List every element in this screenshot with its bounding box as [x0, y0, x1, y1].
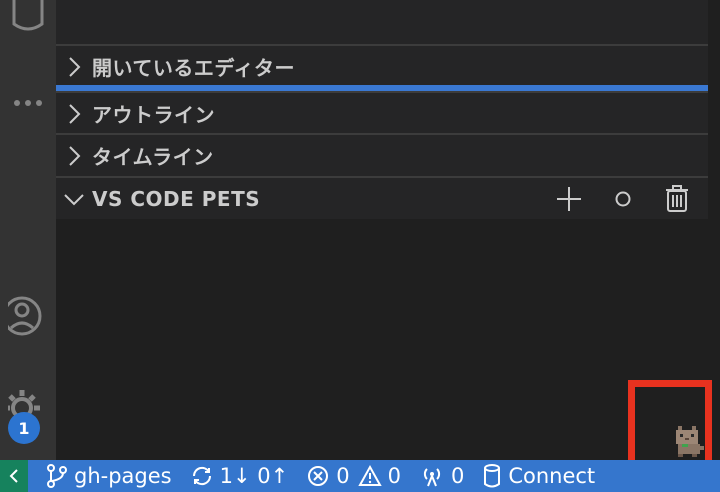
pets-panel — [56, 219, 708, 460]
warning-icon — [357, 464, 382, 486]
remote-icon[interactable] — [0, 460, 28, 492]
database-icon — [484, 464, 501, 488]
cat-pet-icon[interactable] — [670, 420, 706, 458]
pets-actions — [552, 182, 694, 216]
more-icon[interactable] — [0, 98, 56, 108]
database-icon[interactable] — [0, 0, 56, 36]
section-label: タイムライン — [92, 145, 214, 169]
ports-item[interactable]: 0 — [419, 464, 464, 488]
chevron-down-icon — [56, 192, 92, 206]
sync-label: 1↓ 0↑ — [219, 464, 289, 488]
branch-item[interactable]: gh-pages — [46, 464, 172, 488]
chevron-right-icon — [56, 145, 92, 167]
chevron-right-icon — [56, 56, 92, 78]
status-bar: gh-pages 1↓ 0↑ 0 0 0 Connect — [0, 460, 720, 492]
section-label: 開いているエディター — [92, 56, 295, 80]
sync-item[interactable]: 1↓ 0↑ — [190, 464, 289, 488]
account-icon[interactable] — [0, 290, 56, 342]
connect-item[interactable]: Connect — [482, 464, 595, 488]
ball-icon[interactable] — [606, 182, 640, 216]
sync-icon — [192, 466, 211, 486]
section-outline[interactable]: アウトライン — [56, 91, 708, 134]
scrollbar-track — [708, 0, 720, 460]
trash-icon[interactable] — [660, 182, 694, 216]
section-open-editors[interactable]: 開いているエディター — [56, 44, 708, 87]
sidebar: 開いているエディター アウトライン タイムライン VS CODE PETS — [56, 0, 708, 460]
git-branch-icon — [47, 464, 67, 488]
explorer-top — [56, 0, 708, 44]
section-label: VS CODE PETS — [92, 186, 261, 211]
error-count: 0 — [336, 464, 350, 488]
connect-label: Connect — [508, 464, 596, 488]
ports-count: 0 — [450, 464, 465, 488]
focus-indicator — [56, 85, 708, 91]
notification-badge: 1 — [8, 412, 40, 444]
problems-item[interactable]: 0 0 — [306, 464, 401, 488]
broadcast-icon — [423, 468, 441, 487]
activity-bar: 1 — [0, 0, 56, 460]
chevron-right-icon — [56, 103, 92, 125]
section-label: アウトライン — [92, 103, 215, 127]
add-icon[interactable] — [552, 182, 586, 216]
branch-label: gh-pages — [74, 464, 172, 488]
error-icon — [308, 466, 329, 486]
section-timeline[interactable]: タイムライン — [56, 133, 708, 176]
warning-count: 0 — [387, 464, 401, 488]
section-vscode-pets[interactable]: VS CODE PETS — [56, 176, 708, 219]
